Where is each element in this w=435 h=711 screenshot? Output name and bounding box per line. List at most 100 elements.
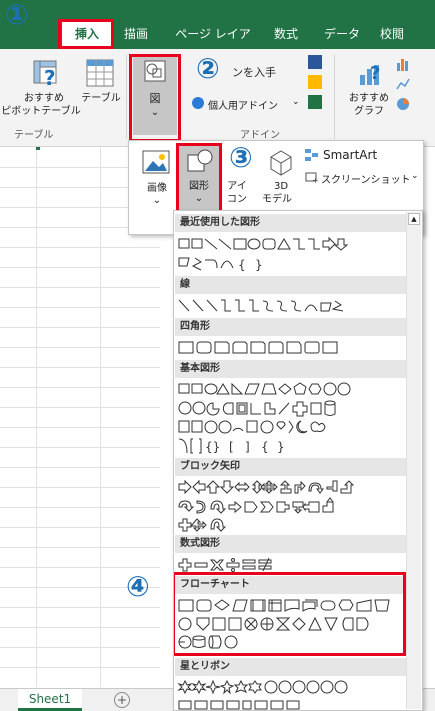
recommended-charts-icon: ?	[360, 63, 380, 85]
smartart-icon	[305, 149, 318, 161]
category-equation-shapes: 数式図形	[175, 535, 406, 553]
highlight-illustrations	[129, 54, 181, 142]
pivot-table-button[interactable]: ?	[30, 57, 64, 91]
pie-chart-icon[interactable]	[396, 97, 410, 111]
gridline	[0, 507, 160, 508]
gridline	[0, 467, 160, 468]
tab-data[interactable]: データ	[320, 22, 364, 46]
svg-text:{: {	[238, 258, 246, 272]
active-cell-marker	[36, 147, 40, 150]
gridline	[0, 667, 160, 668]
gridline	[0, 567, 160, 568]
shapes-gallery: ▲ 最近使用した図形 { } 線 四角形 基本図形 {} [] {} ブロッ…	[173, 210, 423, 711]
3d-models-label-2: モデル	[262, 194, 292, 205]
shape-row-block-arrows[interactable]	[177, 479, 405, 535]
table-icon	[86, 59, 114, 87]
cube-icon	[270, 150, 292, 176]
recommended-charts-label-1: おすすめ	[349, 93, 389, 104]
tab-review[interactable]: 校閲	[372, 22, 412, 46]
gridline	[0, 627, 160, 628]
category-basic-shapes: 基本図形	[175, 360, 406, 378]
shape-row-stars[interactable]	[177, 679, 405, 711]
gridline	[0, 547, 160, 548]
pivot-label-1: おすすめ	[24, 93, 64, 104]
gridline	[0, 607, 160, 608]
sheet-tab-sheet1[interactable]: Sheet1	[18, 689, 82, 711]
group-label-tables: テーブル	[14, 130, 54, 141]
gridline	[0, 287, 160, 288]
pivot-label-2: ピボットテーブル	[1, 106, 81, 117]
category-stars-banners: 星とリボン	[175, 658, 406, 676]
step-badge-4: ④	[126, 570, 150, 603]
get-addins-button[interactable]: ンを入手	[232, 67, 276, 79]
shape-row-recent[interactable]: { }	[177, 236, 405, 274]
svg-text:}: }	[255, 258, 263, 272]
category-recent: 最近使用した図形	[175, 214, 406, 232]
gridline	[0, 247, 160, 248]
table-label: テーブル	[81, 93, 121, 104]
line-chart-icon[interactable]	[396, 77, 410, 91]
svg-text:]: ]	[245, 440, 250, 454]
category-block-arrows: ブロック矢印	[175, 458, 406, 476]
category-rectangles: 四角形	[175, 318, 406, 336]
smartart-button[interactable]: SmartArt	[305, 148, 421, 163]
gridline	[100, 147, 101, 687]
chevron-down-icon: ⌄	[411, 171, 419, 181]
my-addins-label: 個人用アドイン	[208, 101, 278, 112]
shape-row-rectangles[interactable]	[177, 339, 405, 357]
svg-text:[: [	[229, 440, 234, 454]
add-sheet-button[interactable]: +	[114, 692, 130, 708]
gridline	[0, 407, 160, 408]
icons-label-2: コン	[227, 194, 247, 205]
svg-text:?: ?	[370, 63, 380, 84]
gridline	[0, 347, 160, 348]
gridline	[0, 647, 160, 648]
tab-formulas[interactable]: 数式	[268, 22, 304, 46]
svg-text:?: ?	[44, 66, 56, 90]
highlight-flowchart	[174, 572, 406, 656]
scroll-up-icon[interactable]: ▲	[408, 213, 420, 225]
bing-maps-icon[interactable]	[308, 75, 322, 89]
tab-draw[interactable]: 描画	[118, 22, 154, 46]
gridline	[0, 427, 160, 428]
highlight-insert-tab	[58, 19, 114, 49]
gridline	[0, 307, 160, 308]
gallery-scrollbar[interactable]: ▲	[406, 212, 421, 709]
gridline	[0, 327, 160, 328]
svg-text:+: +	[312, 176, 319, 183]
ribbon: ? おすすめ ピボットテーブル テーブル テーブル 図 ⌄ ② ンを入手 個人用…	[0, 49, 435, 147]
step-badge-1: ①	[5, 0, 29, 31]
screenshot-icon: +	[305, 172, 319, 183]
highlight-shapes	[176, 143, 222, 215]
3d-models-label-1: 3D	[273, 181, 289, 192]
recommended-charts-button[interactable]: ?	[356, 57, 388, 89]
gridline	[0, 267, 160, 268]
gridline	[0, 487, 160, 488]
column-chart-icon[interactable]	[396, 57, 410, 71]
chevron-down-icon: ⌄	[152, 195, 162, 206]
pictures-label: 画像	[147, 183, 167, 194]
gridline	[0, 527, 160, 528]
gridline	[0, 367, 160, 368]
category-lines: 線	[175, 276, 406, 294]
step-badge-2: ②	[196, 52, 220, 85]
gridline	[36, 147, 37, 687]
group-divider	[126, 55, 127, 139]
3d-models-button[interactable]	[269, 149, 293, 177]
table-button[interactable]	[86, 57, 116, 89]
screenshot-label: スクリーンショット	[321, 175, 411, 186]
svg-text:{: {	[261, 440, 269, 454]
pivot-table-icon: ?	[33, 60, 57, 90]
people-graph-icon[interactable]	[308, 95, 322, 109]
screenshot-button[interactable]: + スクリーンショット ⌄	[305, 171, 423, 186]
tab-page-layout[interactable]: ページ レイアウト	[170, 22, 256, 65]
group-divider	[334, 55, 335, 139]
my-addins-button[interactable]: 個人用アドイン ⌄	[192, 97, 302, 112]
shape-row-basic[interactable]: {} [ ] { }	[177, 381, 405, 457]
shape-row-lines[interactable]	[177, 297, 405, 315]
group-label-addins: アドイン	[240, 130, 280, 141]
gridline	[0, 447, 160, 448]
icons-label-1: アイ	[227, 181, 247, 192]
visio-icon[interactable]	[308, 55, 322, 69]
addins-icon	[192, 97, 204, 109]
